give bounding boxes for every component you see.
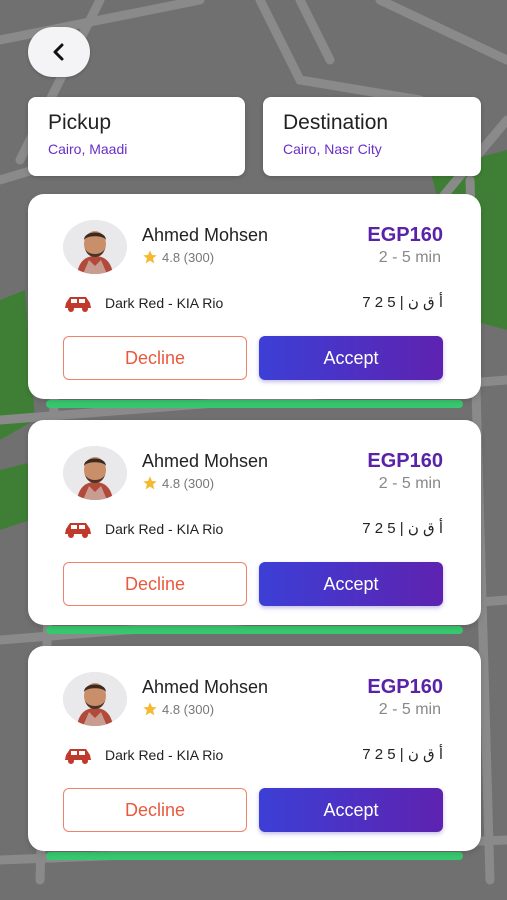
accept-button[interactable]: Accept (259, 562, 443, 606)
eta-text: 2 - 5 min (378, 249, 441, 266)
avatar (63, 446, 127, 500)
destination-card[interactable]: Destination Cairo, Nasr City (263, 97, 481, 176)
driver-name: Ahmed Mohsen (142, 677, 269, 697)
license-plate: أ ق ن | 5 2 7 (362, 520, 443, 537)
star-icon (143, 250, 157, 264)
star-icon (143, 476, 157, 490)
driver-name: Ahmed Mohsen (142, 225, 269, 245)
avatar (63, 672, 127, 726)
offer-status-bar (46, 852, 463, 860)
driver-rating: 4.8 (300) (142, 475, 214, 491)
back-button[interactable] (28, 27, 90, 77)
offer-status-bar (46, 400, 463, 408)
fare-price: EGP160 (367, 224, 443, 246)
destination-location: Cairo, Nasr City (283, 141, 382, 157)
star-icon (143, 702, 157, 716)
accept-button[interactable]: Accept (259, 788, 443, 832)
car-description: Dark Red - KIA Rio (105, 747, 224, 763)
driver-rating: 4.8 (300) (142, 701, 214, 717)
driver-name: Ahmed Mohsen (142, 451, 269, 471)
decline-button[interactable]: Decline (63, 336, 247, 380)
car-description: Dark Red - KIA Rio (105, 521, 224, 537)
fare-price: EGP160 (367, 676, 443, 698)
pickup-location: Cairo, Maadi (48, 141, 128, 157)
car-description: Dark Red - KIA Rio (105, 295, 224, 311)
car-icon (65, 297, 91, 312)
fare-price: EGP160 (367, 450, 443, 472)
driver-rating: 4.8 (300) (142, 249, 214, 265)
pickup-title: Pickup (48, 111, 112, 134)
pickup-card[interactable]: Pickup Cairo, Maadi (28, 97, 245, 176)
license-plate: أ ق ن | 5 2 7 (362, 746, 443, 763)
destination-title: Destination (283, 111, 389, 134)
license-plate: أ ق ن | 5 2 7 (362, 294, 443, 311)
eta-text: 2 - 5 min (378, 701, 441, 718)
driver-offer-card: Ahmed Mohsen 4.8 (300) EGP160 2 - 5 min … (28, 646, 481, 860)
eta-text: 2 - 5 min (378, 475, 441, 492)
driver-offer-card: Ahmed Mohsen 4.8 (300) EGP160 2 - 5 min … (28, 420, 481, 634)
driver-offer-card: Ahmed Mohsen 4.8 (300) EGP160 2 - 5 min … (28, 194, 481, 408)
car-icon (65, 749, 91, 764)
decline-button[interactable]: Decline (63, 788, 247, 832)
chevron-left-icon (53, 43, 64, 61)
rating-text: 4.8 (300) (162, 249, 215, 265)
car-icon (65, 523, 91, 538)
decline-button[interactable]: Decline (63, 562, 247, 606)
rating-text: 4.8 (300) (162, 701, 215, 717)
rating-text: 4.8 (300) (162, 475, 215, 491)
offer-status-bar (46, 626, 463, 634)
accept-button[interactable]: Accept (259, 336, 443, 380)
avatar (63, 220, 127, 274)
